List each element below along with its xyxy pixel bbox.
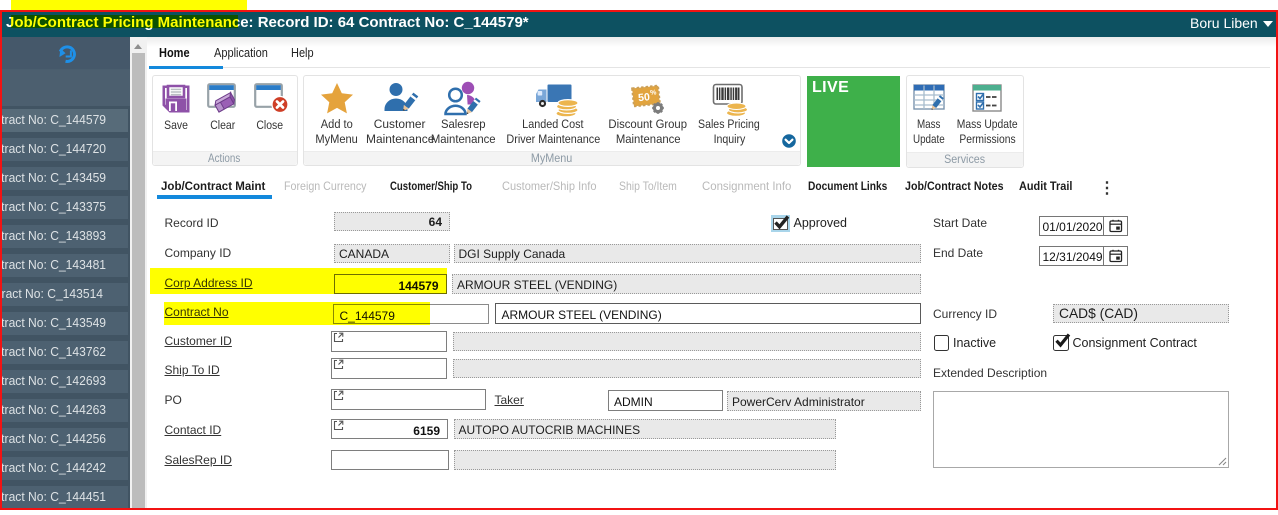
svg-text:50: 50 (638, 91, 651, 104)
